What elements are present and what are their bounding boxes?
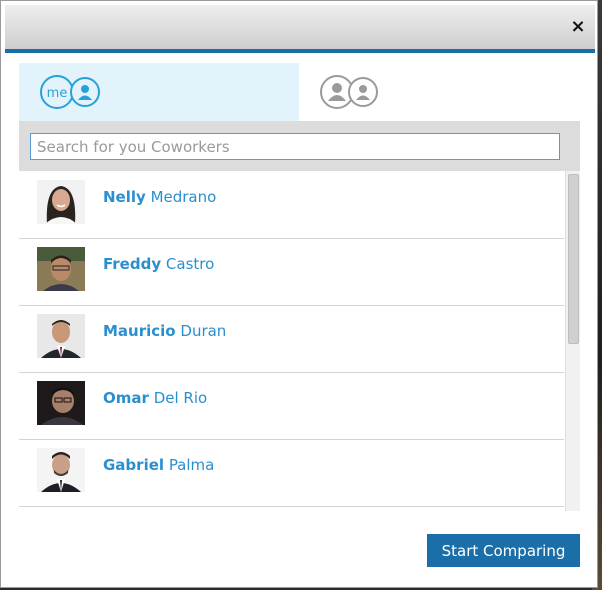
tab-me-label: me	[47, 86, 68, 101]
me-user-icon: me	[40, 75, 100, 109]
list-item[interactable]: Freddy Castro	[19, 238, 564, 306]
list-item[interactable]: Omar Del Rio	[19, 372, 564, 440]
view-tabs: me	[19, 63, 580, 121]
avatar	[37, 247, 85, 291]
last-name: Palma	[168, 456, 215, 474]
avatar	[37, 381, 85, 425]
coworker-name: Freddy Castro	[103, 255, 214, 273]
coworker-name: Omar Del Rio	[103, 389, 207, 407]
search-bar	[19, 121, 580, 171]
first-name: Nelly	[103, 188, 146, 206]
list-scrollbar[interactable]	[565, 171, 580, 511]
first-name: Gabriel	[103, 456, 165, 474]
coworker-name: Gabriel Palma	[103, 456, 214, 474]
compare-coworkers-dialog: × me Search for you Coworkers Nelly Medr…	[0, 0, 598, 588]
first-name: Freddy	[103, 255, 162, 273]
two-users-icon	[320, 75, 378, 109]
avatar	[37, 180, 85, 224]
list-item[interactable]: Nelly Medrano	[19, 171, 564, 239]
last-name: Medrano	[150, 188, 217, 206]
search-input[interactable]	[30, 133, 560, 160]
coworker-list: Nelly Medrano Freddy Castro Mauricio Dur…	[19, 171, 580, 511]
coworker-name: Mauricio Duran	[103, 322, 226, 340]
scrollbar-thumb[interactable]	[568, 174, 579, 344]
avatar	[37, 314, 85, 358]
coworker-name: Nelly Medrano	[103, 188, 216, 206]
tab-me[interactable]: me	[19, 63, 299, 121]
close-icon[interactable]: ×	[569, 17, 587, 37]
last-name: Duran	[180, 322, 227, 340]
first-name: Omar	[103, 389, 149, 407]
list-item[interactable]: Gabriel Palma	[19, 439, 564, 507]
dialog-titlebar: ×	[5, 5, 595, 53]
first-name: Mauricio	[103, 322, 176, 340]
list-item[interactable]: Mauricio Duran	[19, 305, 564, 373]
last-name: Castro	[165, 255, 215, 273]
avatar	[37, 448, 85, 492]
start-comparing-button[interactable]: Start Comparing	[427, 534, 580, 567]
tab-compare[interactable]	[299, 63, 580, 121]
last-name: Del Rio	[153, 389, 208, 407]
